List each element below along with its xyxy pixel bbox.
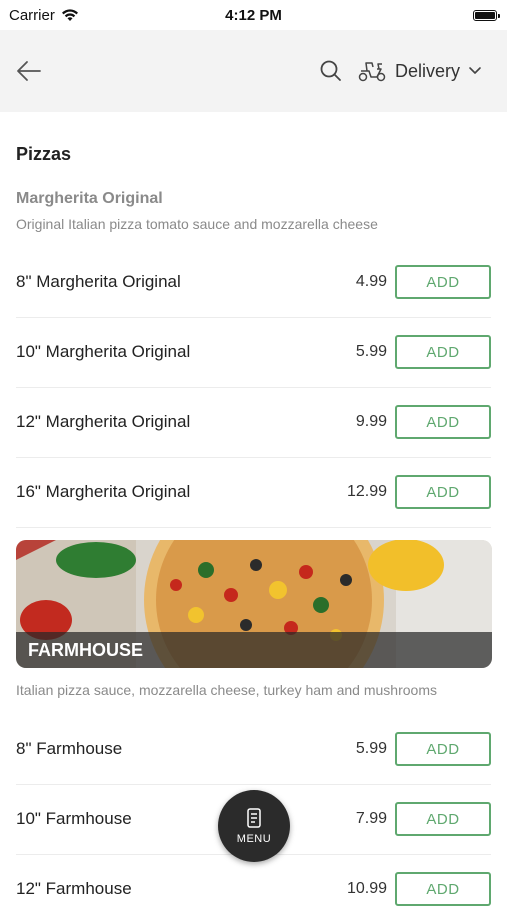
add-button[interactable]: ADD (395, 802, 491, 836)
item-price: 10.99 (346, 880, 387, 897)
status-bar: Carrier 4:12 PM (0, 0, 507, 30)
add-button[interactable]: ADD (395, 405, 491, 439)
back-button[interactable] (14, 56, 44, 86)
product-description: Italian pizza sauce, mozzarella cheese, … (16, 682, 437, 698)
product-name: Margherita Original (16, 190, 163, 207)
item-price: 5.99 (355, 343, 387, 360)
item-name: 8" Farmhouse (16, 739, 123, 758)
add-button[interactable]: ADD (395, 265, 491, 299)
menu-item-row: 8" Farmhouse 5.99 ADD (16, 714, 491, 785)
item-price: 5.99 (355, 740, 387, 757)
search-button[interactable] (318, 58, 344, 84)
delivery-mode-selector[interactable]: Delivery (357, 56, 482, 86)
arrow-left-icon (17, 61, 41, 81)
menu-fab-button[interactable]: MENU (218, 790, 290, 862)
add-button[interactable]: ADD (395, 335, 491, 369)
search-icon (320, 60, 341, 81)
battery-icon (473, 9, 500, 21)
chevron-down-icon (469, 67, 481, 74)
scooter-icon (358, 62, 386, 82)
item-name: 12" Margherita Original (16, 412, 191, 431)
menu-item-row: 10" Margherita Original 5.99 ADD (16, 317, 491, 388)
item-price: 12.99 (346, 483, 387, 500)
item-name: 10" Farmhouse (16, 809, 132, 828)
item-price: 4.99 (355, 273, 387, 290)
item-name: 10" Margherita Original (16, 342, 191, 361)
item-name: 8" Margherita Original (16, 272, 181, 291)
menu-card-icon (247, 808, 261, 828)
item-price: 7.99 (355, 810, 387, 827)
section-title: Pizzas (16, 144, 72, 164)
item-name: 12" Farmhouse (16, 879, 132, 898)
menu-item-row: 8" Margherita Original 4.99 ADD (16, 247, 491, 318)
nav-bar: Delivery (0, 30, 507, 112)
status-time: 4:12 PM (225, 6, 282, 24)
item-name: 16" Margherita Original (16, 482, 191, 501)
menu-item-row: 16" Margherita Original 12.99 ADD (16, 457, 491, 528)
delivery-label: Delivery (395, 60, 461, 81)
add-button[interactable]: ADD (395, 732, 491, 766)
add-button[interactable]: ADD (395, 475, 491, 509)
product-description: Original Italian pizza tomato sauce and … (16, 216, 378, 232)
menu-fab-label: MENU (236, 833, 272, 845)
product-banner-image[interactable]: FARMHOUSE (16, 540, 492, 668)
add-button[interactable]: ADD (395, 872, 491, 906)
menu-item-row: 12" Farmhouse 10.99 ADD (16, 854, 491, 924)
menu-item-row: 12" Margherita Original 9.99 ADD (16, 387, 491, 458)
banner-title: FARMHOUSE (16, 632, 492, 668)
item-price: 9.99 (355, 413, 387, 430)
